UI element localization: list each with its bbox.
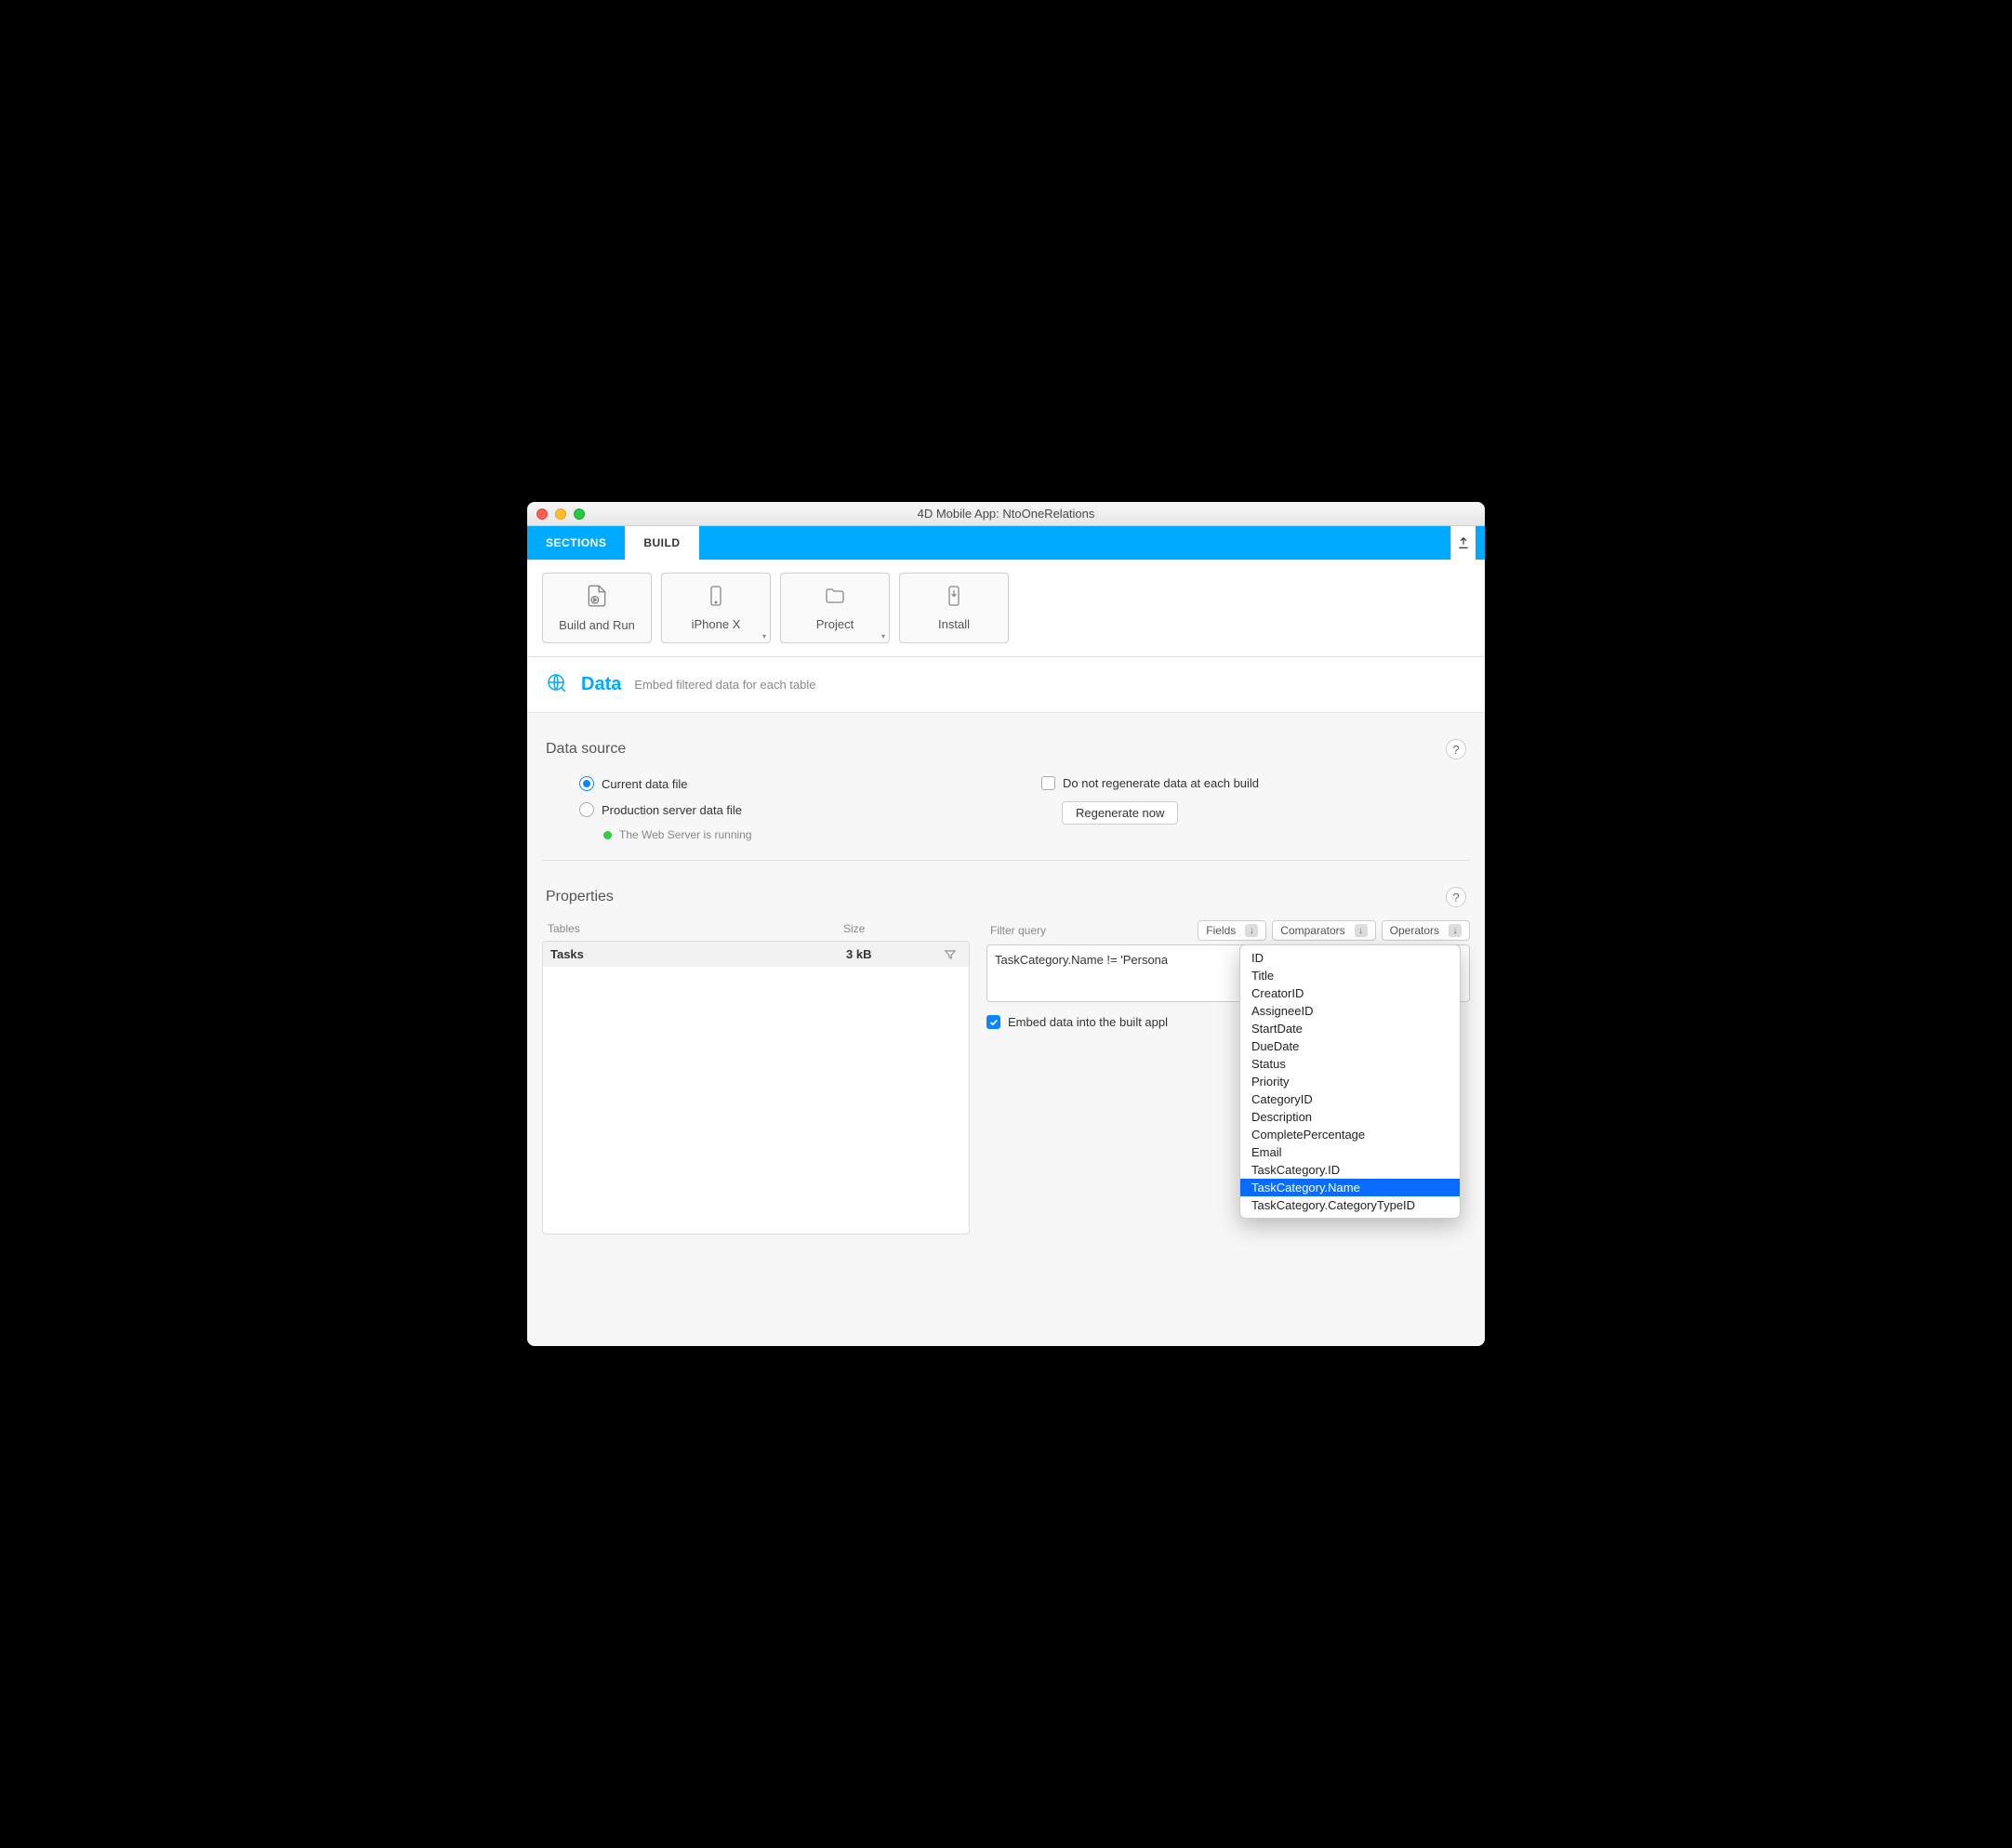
close-window-button[interactable]	[536, 508, 548, 520]
operators-dropdown-button[interactable]: Operators ↓	[1382, 920, 1470, 941]
field-option[interactable]: CreatorID	[1240, 984, 1460, 1002]
radio-production-label: Production server data file	[602, 803, 742, 817]
fields-btn-label: Fields	[1206, 924, 1236, 937]
minimize-window-button[interactable]	[555, 508, 566, 520]
filter-column: Filter query Fields ↓ Comparators ↓ Oper…	[986, 920, 1470, 1029]
embed-label: Embed data into the built appl	[1008, 1015, 1168, 1029]
arrow-down-icon: ↓	[1449, 924, 1462, 937]
properties-help-button[interactable]: ?	[1446, 887, 1466, 907]
field-option[interactable]: ID	[1240, 949, 1460, 967]
install-button[interactable]: Install	[899, 573, 1009, 643]
arrow-down-icon: ↓	[1245, 924, 1258, 937]
status-dot-icon	[603, 831, 612, 839]
titlebar: 4D Mobile App: NtoOneRelations	[527, 502, 1485, 526]
build-toolbar: Build and Run iPhone X ▾ Project ▾ Insta…	[527, 560, 1485, 657]
fields-dropdown-button[interactable]: Fields ↓	[1198, 920, 1266, 941]
field-option[interactable]: TaskCategory.Name	[1240, 1179, 1460, 1196]
field-option[interactable]: Priority	[1240, 1073, 1460, 1090]
properties-header-row: Properties ?	[542, 861, 1470, 920]
field-option[interactable]: AssigneeID	[1240, 1002, 1460, 1020]
table-row[interactable]: Tasks 3 kB	[543, 942, 969, 967]
data-section-header: Data Embed filtered data for each table	[527, 657, 1485, 713]
device-select-button[interactable]: iPhone X ▾	[661, 573, 771, 643]
webserver-status-label: The Web Server is running	[619, 828, 752, 841]
field-option[interactable]: CategoryID	[1240, 1090, 1460, 1108]
device-label: iPhone X	[692, 617, 741, 631]
tab-build[interactable]: BUILD	[625, 526, 698, 560]
field-option[interactable]: TaskCategory.ID	[1240, 1161, 1460, 1179]
checkbox-no-regenerate[interactable]: Do not regenerate data at each build	[1041, 776, 1466, 790]
radio-icon	[579, 776, 594, 791]
col-size-label: Size	[843, 922, 936, 935]
window-title: 4D Mobile App: NtoOneRelations	[527, 507, 1485, 521]
filter-header-row: Filter query Fields ↓ Comparators ↓ Oper…	[986, 920, 1470, 941]
phone-icon	[705, 585, 727, 610]
fields-dropdown-menu: IDTitleCreatorIDAssigneeIDStartDateDueDa…	[1239, 944, 1461, 1219]
data-globe-icon	[546, 672, 568, 697]
filter-query-label: Filter query	[986, 924, 1192, 937]
regenerate-now-button[interactable]: Regenerate now	[1062, 801, 1178, 825]
webserver-status: The Web Server is running	[579, 828, 1004, 841]
data-section-title: Data	[581, 674, 621, 695]
checkbox-icon	[1041, 776, 1055, 790]
field-option[interactable]: CompletePercentage	[1240, 1126, 1460, 1143]
comparators-btn-label: Comparators	[1280, 924, 1344, 937]
zoom-window-button[interactable]	[574, 508, 585, 520]
tables-column: Tables Size Tasks 3 kB	[542, 920, 970, 1234]
operators-btn-label: Operators	[1390, 924, 1439, 937]
checkbox-icon	[986, 1015, 1000, 1029]
datasource-radios: Current data file Production server data…	[579, 776, 1004, 841]
datasource-panel: Current data file Production server data…	[542, 772, 1470, 861]
install-label: Install	[938, 617, 970, 631]
comparators-dropdown-button[interactable]: Comparators ↓	[1272, 920, 1375, 941]
table-size: 3 kB	[846, 947, 939, 961]
project-button[interactable]: Project ▾	[780, 573, 890, 643]
tables-list: Tasks 3 kB	[542, 941, 970, 1234]
radio-icon	[579, 802, 594, 817]
field-option[interactable]: DueDate	[1240, 1037, 1460, 1055]
filter-query-text: TaskCategory.Name != 'Persona	[995, 953, 1168, 967]
datasource-header-row: Data source ?	[542, 713, 1470, 772]
filter-icon	[939, 948, 961, 961]
traffic-lights	[527, 508, 585, 520]
build-and-run-label: Build and Run	[559, 618, 635, 632]
field-option[interactable]: Email	[1240, 1143, 1460, 1161]
data-section-subtitle: Embed filtered data for each table	[634, 678, 815, 692]
col-tables-label: Tables	[548, 922, 843, 935]
field-option[interactable]: TaskCategory.CategoryTypeID	[1240, 1196, 1460, 1214]
tab-sections[interactable]: SECTIONS	[527, 526, 625, 560]
folder-icon	[823, 585, 847, 610]
chevron-down-icon: ▾	[762, 632, 766, 640]
build-and-run-button[interactable]: Build and Run	[542, 573, 652, 643]
tables-headers: Tables Size	[542, 920, 970, 941]
datasource-options: Do not regenerate data at each build Reg…	[1041, 776, 1466, 841]
arrow-down-icon: ↓	[1355, 924, 1368, 937]
main-tabbar: SECTIONS BUILD	[527, 526, 1485, 560]
field-option[interactable]: Title	[1240, 967, 1460, 984]
table-name: Tasks	[550, 947, 846, 961]
properties-panel: Tables Size Tasks 3 kB F	[542, 920, 1470, 1234]
field-option[interactable]: StartDate	[1240, 1020, 1460, 1037]
radio-current-data-file[interactable]: Current data file	[579, 776, 1004, 791]
chevron-down-icon: ▾	[881, 632, 885, 640]
install-icon	[943, 585, 965, 610]
app-window: 4D Mobile App: NtoOneRelations SECTIONS …	[527, 502, 1485, 1346]
radio-current-label: Current data file	[602, 777, 688, 791]
project-label: Project	[816, 617, 854, 631]
field-option[interactable]: Status	[1240, 1055, 1460, 1073]
properties-heading: Properties	[546, 889, 614, 905]
export-icon[interactable]	[1450, 526, 1476, 560]
play-file-icon	[585, 584, 609, 611]
body-area: Data source ? Current data file Producti…	[527, 713, 1485, 1253]
footer-space	[527, 1253, 1485, 1346]
datasource-help-button[interactable]: ?	[1446, 739, 1466, 759]
no-regenerate-label: Do not regenerate data at each build	[1063, 776, 1259, 790]
datasource-heading: Data source	[546, 741, 626, 758]
radio-production-server[interactable]: Production server data file	[579, 802, 1004, 817]
field-option[interactable]: Description	[1240, 1108, 1460, 1126]
